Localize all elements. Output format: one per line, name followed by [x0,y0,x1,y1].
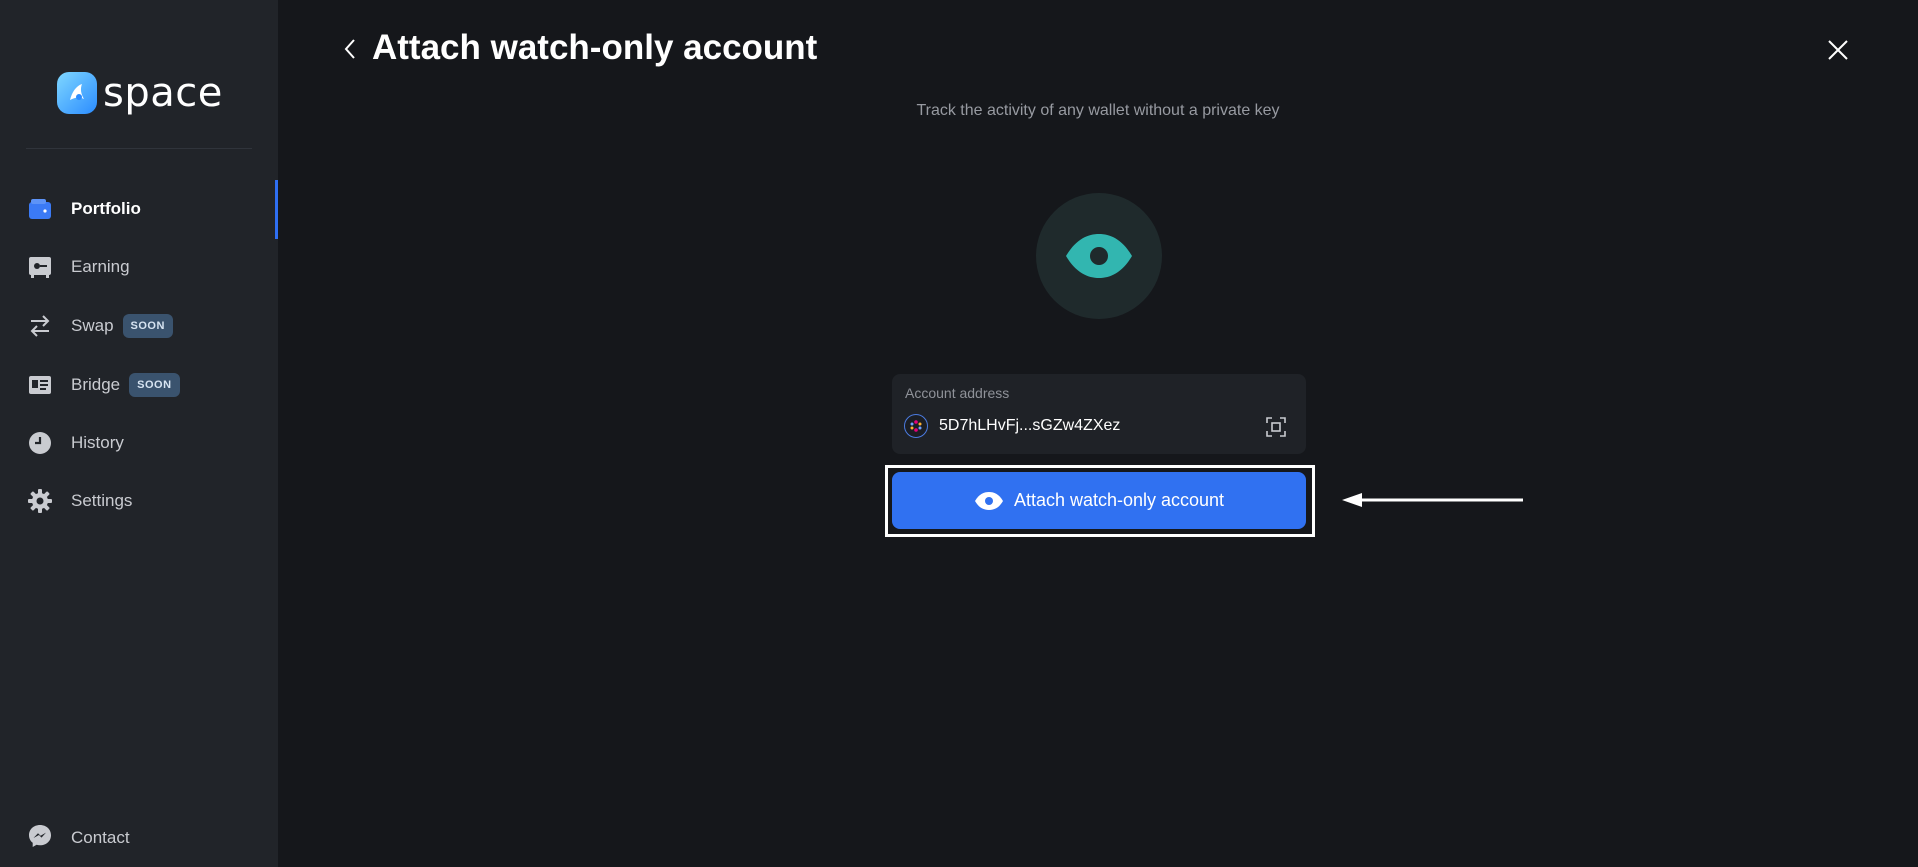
attach-watch-only-button[interactable]: Attach watch-only account [892,472,1306,529]
sidebar-item-portfolio[interactable]: Portfolio [0,184,278,234]
wallet-icon [28,197,52,221]
page-title: Attach watch-only account [372,28,818,67]
gear-icon [28,489,52,513]
address-label: Account address [905,385,1010,401]
address-value[interactable]: 5D7hLHvFj...sGZw4ZXez [939,417,1120,435]
sidebar-item-label: History [71,433,124,452]
active-indicator [275,180,278,239]
bridge-card-icon [28,373,52,397]
brand-logo[interactable]: space [57,70,223,116]
chevron-left-icon [344,39,355,59]
clock-icon [28,431,52,455]
close-icon [1828,40,1848,60]
back-button[interactable] [337,34,363,64]
sidebar-item-contact[interactable]: Contact [0,813,278,863]
address-row: 5D7hLHvFj...sGZw4ZXez [904,414,1120,438]
sidebar: space Portfolio Earning Swap SOON Bridge… [0,0,278,867]
eye-icon [1066,234,1132,278]
scan-icon [1266,417,1286,437]
sidebar-item-earning[interactable]: Earning [0,242,278,292]
sidebar-item-label: Earning [71,257,130,276]
sidebar-item-settings[interactable]: Settings [0,476,278,526]
space-logo-icon [57,72,97,114]
sidebar-item-label: Swap [71,316,114,335]
sidebar-item-swap[interactable]: Swap SOON [0,301,278,351]
sidebar-divider [26,148,252,149]
hero-badge [1036,193,1162,319]
polkadot-chain-icon [904,414,928,438]
scan-qr-button[interactable] [1264,415,1288,439]
sidebar-item-bridge[interactable]: Bridge SOON [0,360,278,410]
swap-arrows-icon [28,314,52,338]
sidebar-item-label: Bridge [71,375,121,394]
sidebar-item-label: Portfolio [71,199,141,218]
soon-badge: SOON [129,373,180,397]
close-button[interactable] [1822,34,1854,66]
account-address-field[interactable]: Account address 5D7hLHvFj...sGZw4ZXez [892,374,1306,454]
sidebar-item-label: Settings [71,491,133,510]
pointer-arrow-icon [1342,493,1523,507]
messenger-icon [28,824,52,853]
sidebar-item-history[interactable]: History [0,418,278,468]
button-label: Attach watch-only account [1013,490,1225,510]
soon-badge: SOON [122,314,173,338]
safe-icon [28,255,52,279]
page-subtitle: Track the activity of any wallet without… [916,102,1280,119]
brand-name: space [103,70,223,116]
sidebar-item-label: Contact [71,828,130,847]
eye-icon [974,491,1003,510]
